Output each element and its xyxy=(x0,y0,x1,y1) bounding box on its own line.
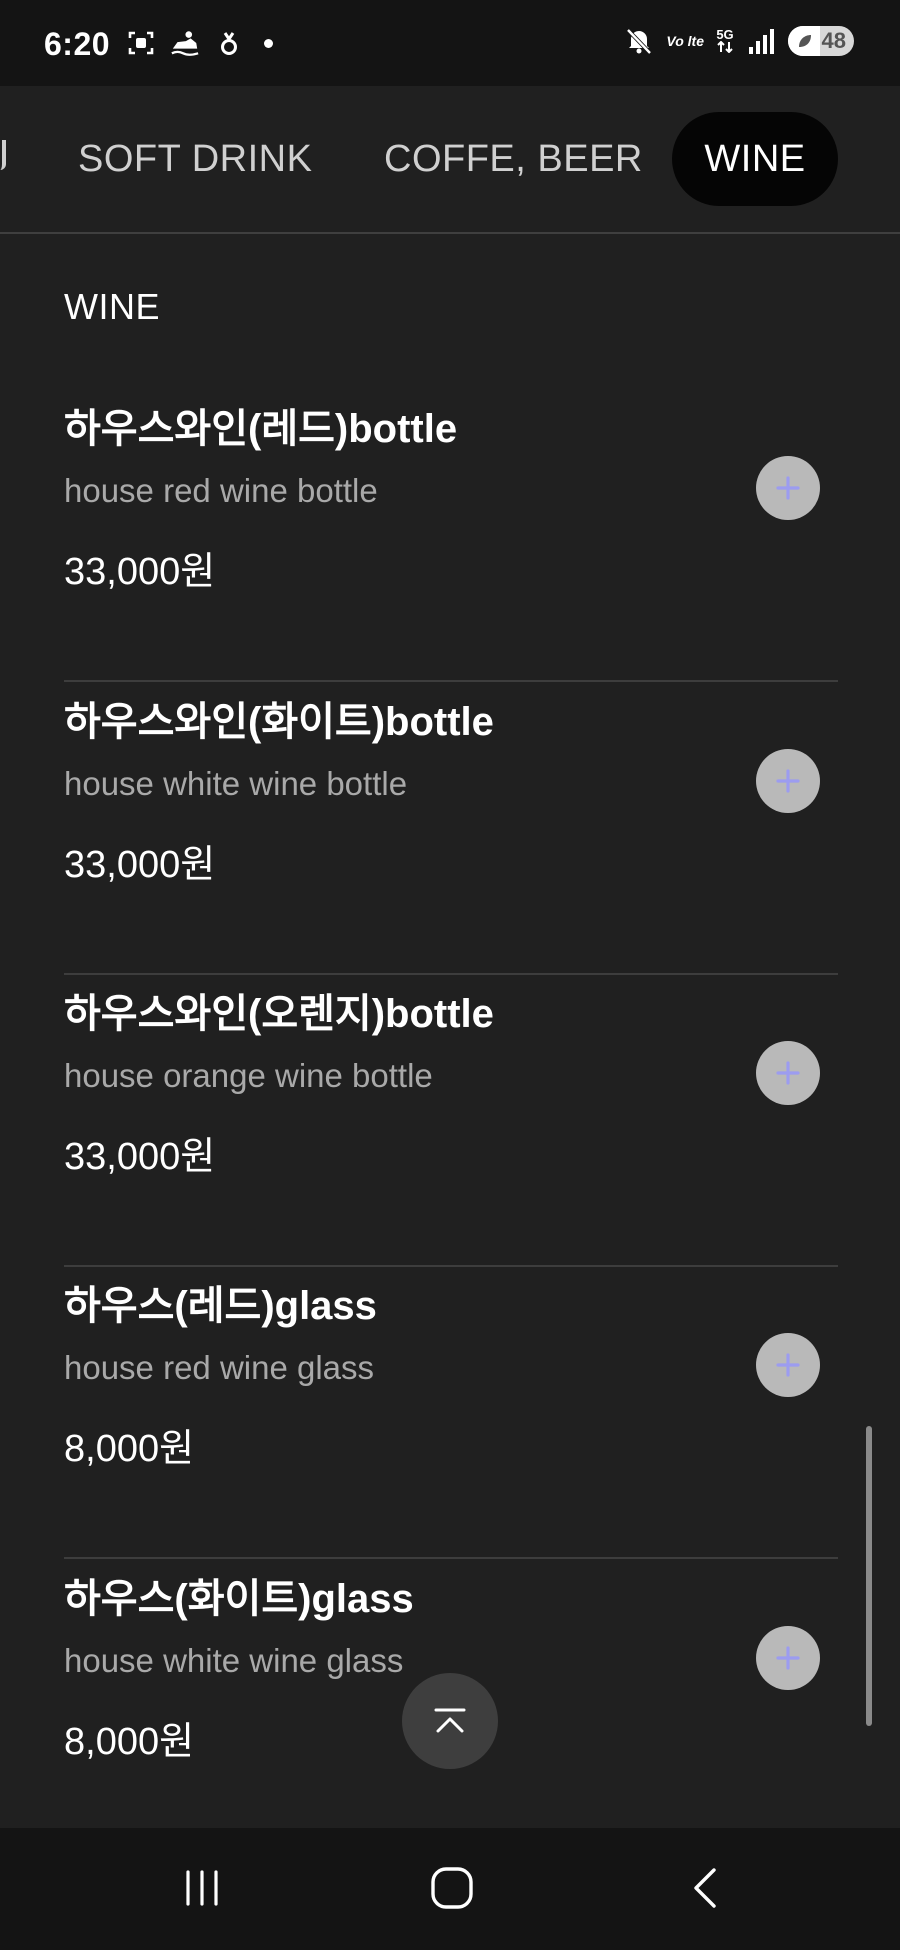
item-description: house red wine glass xyxy=(64,1349,375,1386)
volte-indicator: Vo lte xyxy=(666,33,704,49)
item-price: 33,000원 xyxy=(64,844,216,886)
item-name: 하우스와인(화이트)bottle xyxy=(64,700,494,744)
item-description: house white wine bottle xyxy=(64,765,408,802)
item-price: 8,000원 xyxy=(64,1428,195,1470)
battery-percent: 48 xyxy=(821,28,846,53)
add-button[interactable] xyxy=(756,456,820,520)
item-description: house red wine bottle xyxy=(64,472,378,509)
menu-item[interactable]: 하우스와인(레드)bottle house red wine bottle 33… xyxy=(64,390,838,682)
tab-coffee-beer[interactable]: COFFE, BEER xyxy=(384,112,643,206)
tab-wine[interactable]: WINE xyxy=(672,112,838,206)
network-indicator: 5G xyxy=(716,28,734,55)
plus-icon xyxy=(776,476,800,500)
recent-apps-button[interactable] xyxy=(172,1858,232,1918)
scroll-to-top-button[interactable] xyxy=(402,1673,498,1769)
section-title: WINE xyxy=(64,286,160,327)
battery-icon: 48 xyxy=(788,26,854,56)
back-button[interactable] xyxy=(676,1858,736,1918)
item-price: 33,000원 xyxy=(64,1136,216,1178)
tab-soft-drink[interactable]: SOFT DRINK xyxy=(78,112,312,206)
home-icon xyxy=(431,1867,473,1909)
scrollbar[interactable] xyxy=(866,1426,872,1726)
item-description: house white wine glass xyxy=(64,1642,404,1679)
leaf-icon xyxy=(799,35,811,47)
menu-item[interactable]: 하우스(레드)glass house red wine glass 8,000원 xyxy=(64,1267,838,1559)
navigation-bar xyxy=(0,1828,900,1950)
plus-icon xyxy=(776,1353,800,1377)
signal-icon xyxy=(746,26,776,56)
item-description: house orange wine bottle xyxy=(64,1057,433,1094)
plus-icon xyxy=(776,769,800,793)
mute-icon xyxy=(624,26,654,56)
screenshot-icon xyxy=(126,28,156,58)
dot-icon xyxy=(264,38,273,48)
item-price: 33,000원 xyxy=(64,551,216,593)
status-left-icons xyxy=(126,28,273,58)
item-name: 하우스와인(레드)bottle xyxy=(64,407,458,451)
status-right-icons: Vo lte 5G 48 xyxy=(624,26,854,56)
status-time: 6:20 xyxy=(44,26,111,62)
menu-item[interactable]: 하우스와인(오렌지)bottle house orange wine bottl… xyxy=(64,975,838,1267)
notification-icon xyxy=(214,28,244,58)
plus-icon xyxy=(776,1646,800,1670)
item-price: 8,000원 xyxy=(64,1721,195,1763)
jetski-icon xyxy=(170,28,200,58)
status-bar: 6:20 Vo lte 5G 48 xyxy=(0,0,900,86)
add-button[interactable] xyxy=(756,749,820,813)
add-button[interactable] xyxy=(756,1626,820,1690)
chevron-up-icon xyxy=(434,1708,466,1733)
add-button[interactable] xyxy=(756,1041,820,1105)
back-icon xyxy=(694,1868,716,1908)
menu-item[interactable]: 하우스와인(화이트)bottle house white wine bottle… xyxy=(64,683,838,975)
item-name: 하우스(레드)glass xyxy=(64,1284,377,1328)
home-button[interactable] xyxy=(422,1858,482,1918)
item-name: 하우스(화이트)glass xyxy=(64,1577,414,1621)
recent-apps-icon xyxy=(186,1870,218,1906)
category-tabs: SOFT DRINK COFFE, BEER WINE xyxy=(0,86,900,234)
plus-icon xyxy=(776,1061,800,1085)
item-name: 하우스와인(오렌지)bottle xyxy=(64,992,494,1036)
tab-previous-partial[interactable] xyxy=(0,140,6,170)
add-button[interactable] xyxy=(756,1333,820,1397)
